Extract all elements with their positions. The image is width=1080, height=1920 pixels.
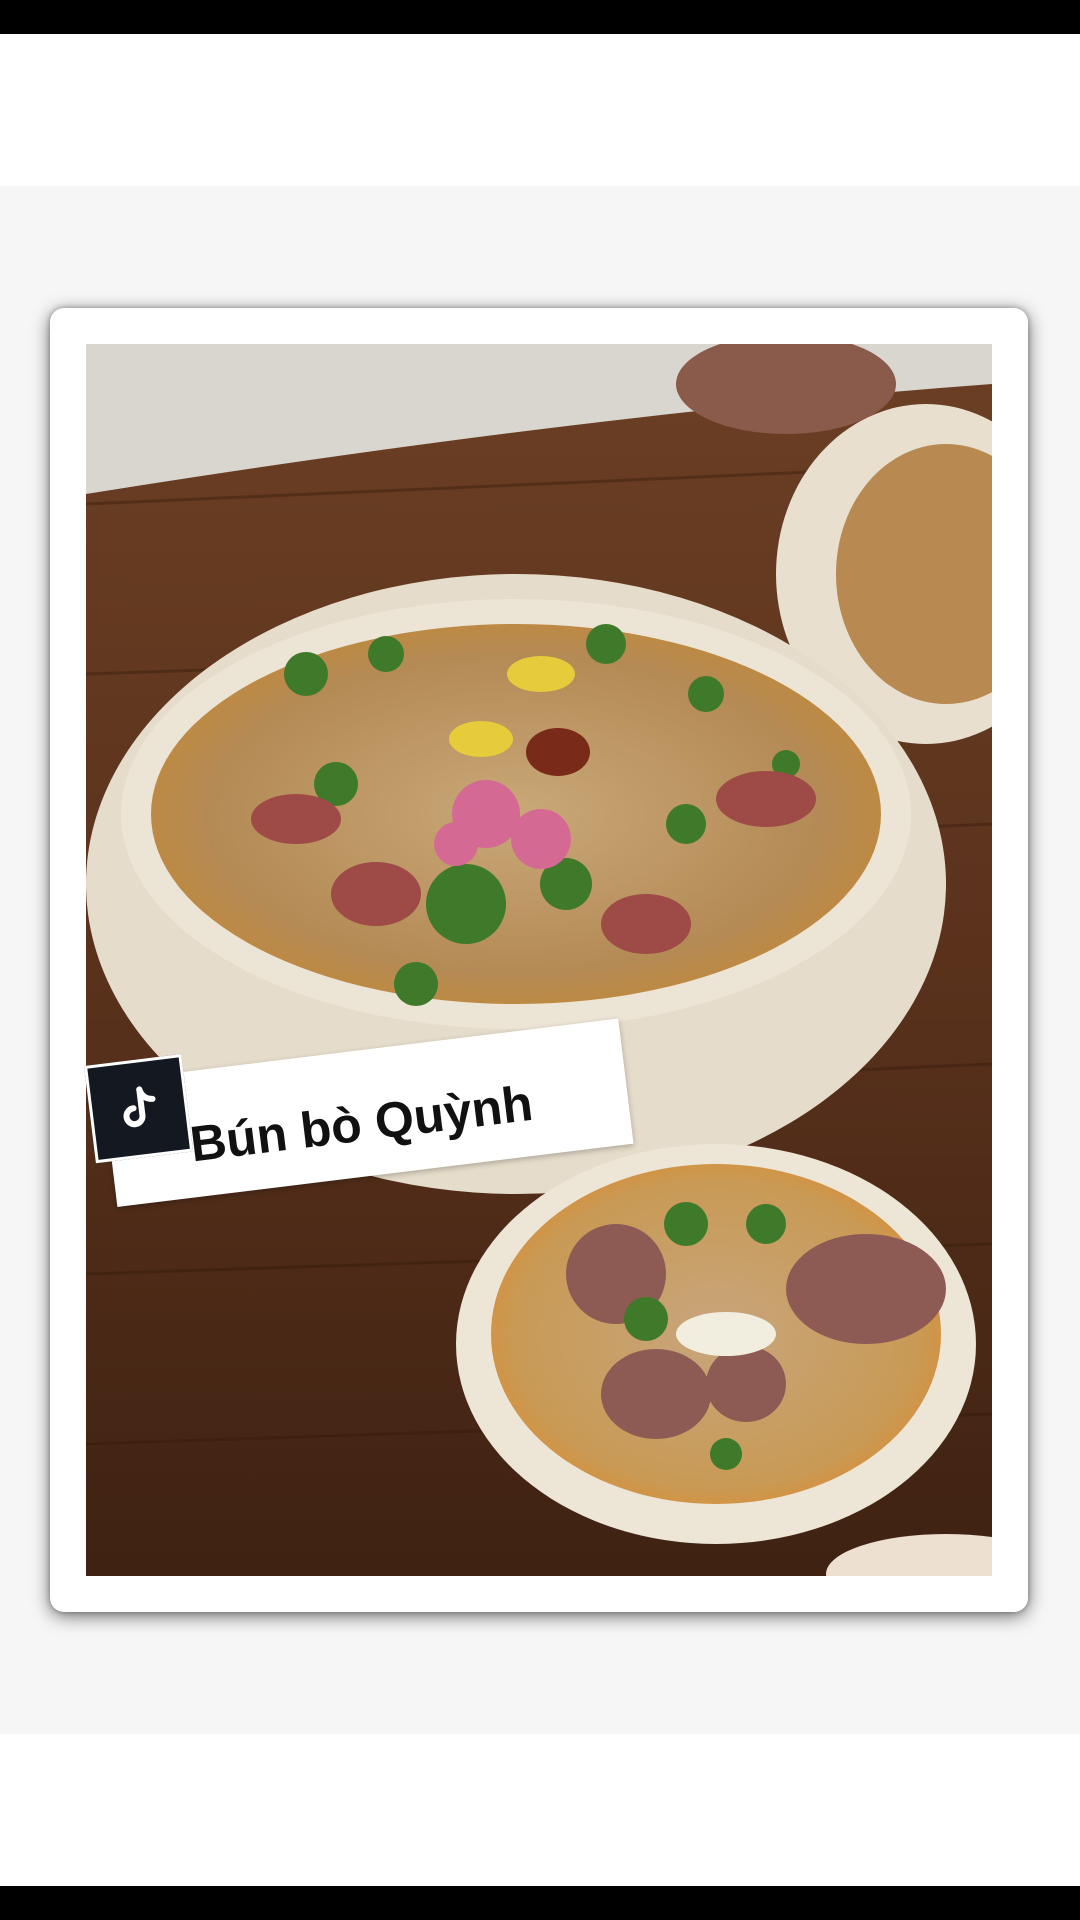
caption-text: Bún bò Quỳnh xyxy=(186,1074,536,1173)
food-photo xyxy=(86,344,992,1576)
tiktok-logo-icon xyxy=(84,1054,194,1164)
navigation-bar xyxy=(0,1886,1080,1920)
polaroid-frame xyxy=(50,308,1028,1612)
status-bar xyxy=(0,0,1080,34)
